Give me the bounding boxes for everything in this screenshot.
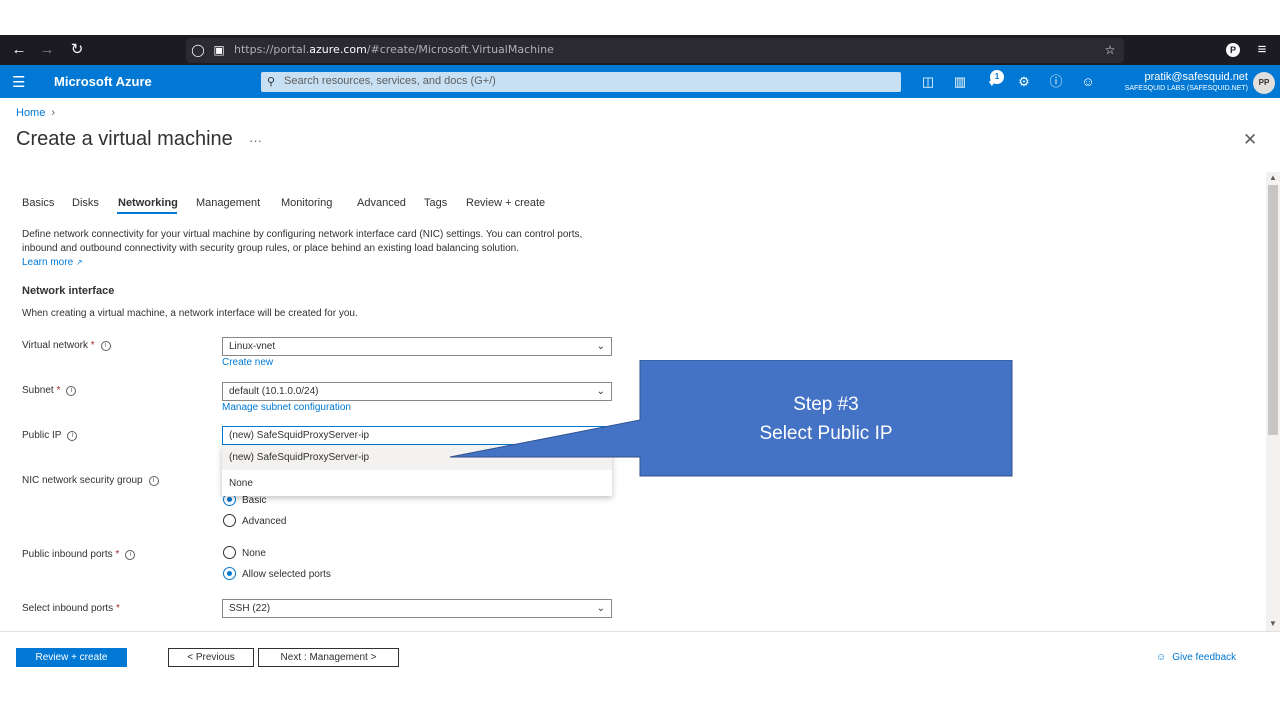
info-icon[interactable]: i [100,341,111,351]
forward-icon[interactable]: → [37,40,57,60]
search-icon: ⚲ [267,76,276,88]
tab-basics[interactable]: Basics [22,197,54,209]
chevron-right-icon: › [51,107,56,119]
radio-checked-icon [223,567,236,580]
lock-icon[interactable]: ▣ [211,42,227,58]
browser-profile-icon[interactable]: P [1226,43,1240,57]
directory-filter-icon[interactable]: ▥ [951,73,969,91]
callout-text: Step #3 Select Public IP [641,390,1011,448]
menu-icon[interactable]: ≡ [1252,40,1272,60]
hamburger-icon[interactable]: ☰ [12,73,25,91]
nic-nsg-label: NIC network security group i [22,475,159,486]
settings-gear-icon[interactable]: ⚙ [1015,73,1033,91]
feedback-icon[interactable]: ☺ [1079,73,1097,91]
tab-monitoring[interactable]: Monitoring [281,197,332,209]
breadcrumb: Home › [16,107,55,119]
nsg-advanced-radio[interactable]: Advanced [223,514,286,527]
public-inbound-label: Public inbound ports * i [22,549,136,560]
select-inbound-select[interactable]: SSH (22) ⌄ [222,599,612,618]
subnet-label-text: Subnet [22,385,54,396]
select-inbound-label: Select inbound ports * [22,603,120,614]
nsg-advanced-label: Advanced [242,516,287,527]
give-feedback-link[interactable]: ☺ Give feedback [1156,652,1236,663]
tab-tags[interactable]: Tags [424,197,447,209]
public-ip-label-text: Public IP [22,430,62,441]
create-new-link[interactable]: Create new [222,357,273,368]
radio-unchecked-icon [223,514,236,527]
more-options-icon[interactable]: ··· [249,133,262,148]
tab-networking[interactable]: Networking [118,197,178,209]
browser-toolbar: ← → ↻ ◯ ▣ https://portal.azure.com/#crea… [0,35,1280,65]
info-icon[interactable]: i [67,431,78,441]
shield-icon[interactable]: ◯ [190,42,206,58]
brand-title[interactable]: Microsoft Azure [54,74,152,89]
info-icon[interactable]: i [66,386,77,396]
learn-more-link[interactable]: Learn more [22,257,73,268]
networking-description: Define network connectivity for your vir… [22,228,602,270]
feedback-person-icon: ☺ [1156,652,1167,663]
give-feedback-label: Give feedback [1172,652,1237,663]
virtual-network-label-text: Virtual network [22,340,88,351]
portal-header: ☰ Microsoft Azure ⚲ Search resources, se… [0,65,1280,98]
section-note: When creating a virtual machine, a netwo… [22,308,358,319]
tab-disks[interactable]: Disks [72,197,99,209]
chevron-down-icon: ⌄ [596,603,605,614]
search-placeholder: Search resources, services, and docs (G+… [284,75,496,87]
info-icon[interactable]: i [148,476,159,486]
tab-management[interactable]: Management [196,197,260,209]
user-org: SAFESQUID LABS (SAFESQUID.NET) [1124,85,1248,92]
review-create-button[interactable]: Review + create [16,648,127,667]
virtual-network-select[interactable]: Linux-vnet ⌄ [222,337,612,356]
select-inbound-label-text: Select inbound ports [22,603,114,614]
inbound-none-label: None [242,548,266,559]
section-title: Network interface [22,285,115,297]
next-management-button[interactable]: Next : Management > [258,648,399,667]
scrollbar-thumb[interactable] [1268,185,1278,435]
virtual-network-label: Virtual network * i [22,340,111,351]
reload-icon[interactable]: ↻ [67,40,87,60]
close-icon[interactable]: ✕ [1243,130,1257,150]
account-info[interactable]: pratik@safesquid.net SAFESQUID LABS (SAF… [1125,71,1248,92]
inbound-allow-label: Allow selected ports [242,569,331,580]
virtual-network-value: Linux-vnet [229,341,276,352]
select-inbound-value: SSH (22) [229,603,271,614]
manage-subnet-link[interactable]: Manage subnet configuration [222,402,351,413]
footer-divider [0,631,1280,632]
active-tab-indicator [117,212,177,214]
callout-line-2: Select Public IP [759,423,893,444]
tab-review-create[interactable]: Review + create [466,197,545,209]
avatar[interactable]: PP [1253,72,1275,94]
subnet-value: default (10.1.0.0/24) [229,386,319,397]
page-title: Create a virtual machine [16,128,233,150]
tab-advanced[interactable]: Advanced [357,197,406,209]
nic-nsg-label-text: NIC network security group [22,475,143,486]
bookmark-star-icon[interactable]: ☆ [1102,42,1118,58]
previous-button[interactable]: < Previous [168,648,254,667]
radio-unchecked-icon [223,546,236,559]
public-ip-label: Public IP i [22,430,78,441]
cloud-shell-icon[interactable]: ◫ [919,73,937,91]
scroll-up-icon[interactable]: ▲ [1266,173,1280,182]
description-text: Define network connectivity for your vir… [22,229,583,254]
url-text: https://portal.azure.com/#create/Microso… [234,43,554,56]
chevron-down-icon: ⌄ [596,341,605,352]
nsg-basic-label: Basic [242,495,267,506]
external-link-icon: ↗ [75,258,83,267]
inbound-allow-radio[interactable]: Allow selected ports [223,567,331,580]
address-bar[interactable]: ◯ ▣ https://portal.azure.com/#create/Mic… [186,38,1124,63]
back-icon[interactable]: ← [9,40,29,60]
public-ip-value: (new) SafeSquidProxyServer-ip [229,430,370,441]
public-inbound-label-text: Public inbound ports [22,549,113,560]
info-icon[interactable]: i [125,550,136,560]
help-icon[interactable]: ⓘ [1047,73,1065,91]
notification-badge: 1 [990,70,1004,84]
callout-line-1: Step #3 [793,394,859,415]
breadcrumb-home-link[interactable]: Home [16,107,45,119]
user-email: pratik@safesquid.net [1144,71,1248,83]
scroll-down-icon[interactable]: ▼ [1266,619,1280,628]
subnet-label: Subnet * i [22,385,77,396]
search-input[interactable]: ⚲ Search resources, services, and docs (… [261,72,901,92]
inbound-none-radio[interactable]: None [223,546,266,559]
